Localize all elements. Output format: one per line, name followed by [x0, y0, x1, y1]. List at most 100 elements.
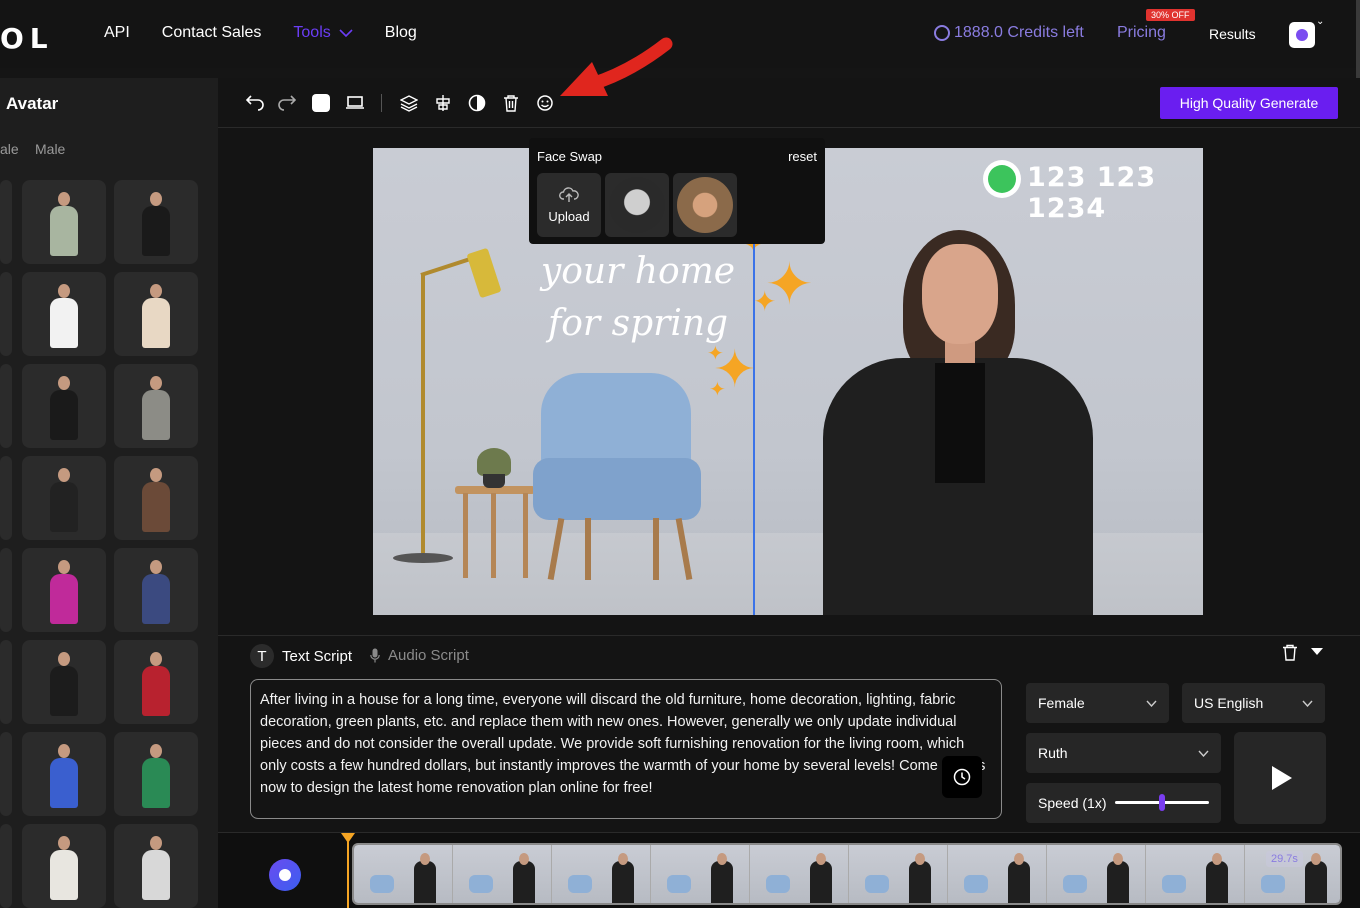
- avatar-card[interactable]: [22, 732, 106, 816]
- avatar-figure: [142, 758, 170, 808]
- timeline: 29.7s: [218, 832, 1360, 908]
- avatar-card[interactable]: [114, 272, 198, 356]
- thumbnail-person: [1305, 861, 1327, 903]
- red-arrow-annotation: [560, 37, 673, 96]
- nav-link-contact-sales[interactable]: Contact Sales: [162, 24, 262, 42]
- align-icon[interactable]: [432, 92, 454, 114]
- avatar-card[interactable]: [114, 824, 198, 908]
- tab-audio-script[interactable]: Audio Script: [370, 647, 469, 664]
- thumbnail-person: [1107, 861, 1129, 903]
- avatar-card[interactable]: [22, 272, 106, 356]
- avatar-card[interactable]: [114, 364, 198, 448]
- thumbnail-chair: [568, 875, 592, 893]
- playhead-marker[interactable]: [341, 833, 355, 908]
- language-select-value: US English: [1194, 695, 1264, 711]
- timeline-play-button[interactable]: [269, 859, 301, 891]
- collapse-script-icon[interactable]: [1310, 644, 1324, 660]
- avatar-card[interactable]: [22, 640, 106, 724]
- sparkle-icon: ✦: [707, 343, 724, 365]
- avatar-card[interactable]: [114, 456, 198, 540]
- speed-slider-thumb[interactable]: [1159, 794, 1165, 811]
- language-select[interactable]: US English: [1182, 683, 1325, 723]
- avatar-figure: [50, 850, 78, 900]
- avatar-card-partial[interactable]: [0, 824, 12, 908]
- upload-cloud-icon: [559, 186, 579, 202]
- avatar-card-partial[interactable]: [0, 732, 12, 816]
- nav-link-tools[interactable]: Tools: [293, 24, 353, 42]
- chair-leg: [585, 518, 591, 580]
- avatar-figure: [142, 850, 170, 900]
- speed-control: Speed (1x): [1026, 783, 1221, 823]
- avatar-figure: [50, 666, 78, 716]
- script-panel: T Text Script Audio Script After living …: [218, 635, 1360, 832]
- timeline-frame-thumbnail: [948, 845, 1047, 903]
- layers-icon[interactable]: [398, 92, 420, 114]
- script-textarea[interactable]: After living in a house for a long time,…: [250, 679, 1002, 819]
- avatar-card[interactable]: [114, 180, 198, 264]
- gender-select[interactable]: Female: [1026, 683, 1169, 723]
- avatar-card-partial[interactable]: [0, 180, 12, 264]
- background-color-icon[interactable]: [310, 92, 332, 114]
- avatar-card[interactable]: [22, 824, 106, 908]
- undo-icon[interactable]: [244, 92, 266, 114]
- user-avatar-icon[interactable]: [1289, 22, 1315, 48]
- face-option-1[interactable]: [605, 173, 669, 237]
- aspect-ratio-icon[interactable]: [344, 92, 366, 114]
- redo-icon[interactable]: [276, 92, 298, 114]
- chevron-down-icon: [1302, 700, 1313, 707]
- tab-audio-script-label: Audio Script: [388, 647, 469, 664]
- voice-select[interactable]: Ruth: [1026, 733, 1221, 773]
- avatar-card[interactable]: [22, 456, 106, 540]
- avatar-card-partial[interactable]: [0, 272, 12, 356]
- plant-graphic: [477, 448, 511, 476]
- delete-icon[interactable]: [500, 92, 522, 114]
- avatar-card[interactable]: [22, 180, 106, 264]
- clock-icon: [953, 768, 971, 786]
- high-quality-generate-button[interactable]: High Quality Generate: [1160, 87, 1338, 119]
- avatar-card-partial[interactable]: [0, 548, 12, 632]
- thumbnail-chair: [1162, 875, 1186, 893]
- avatar-head: [58, 836, 70, 850]
- face-thumbnail-color: [677, 177, 733, 233]
- user-menu-chevron-icon[interactable]: ⌄: [1316, 16, 1324, 27]
- delete-script-icon[interactable]: [1282, 644, 1298, 666]
- nav-link-blog[interactable]: Blog: [385, 24, 417, 42]
- avatar-card[interactable]: [22, 364, 106, 448]
- avatar-presenter-face: [922, 244, 998, 344]
- timeline-clip[interactable]: [352, 843, 1342, 905]
- phone-number-text[interactable]: 123 123 1234: [1027, 162, 1203, 224]
- avatar-card[interactable]: [22, 548, 106, 632]
- avatar-card-partial[interactable]: [0, 456, 12, 540]
- speed-slider[interactable]: [1115, 794, 1209, 811]
- timeline-frame-thumbnail: [1047, 845, 1146, 903]
- thumbnail-chair: [469, 875, 493, 893]
- thumbnail-head: [420, 853, 430, 865]
- thumbnail-chair: [865, 875, 889, 893]
- preview-voice-button[interactable]: [1234, 732, 1326, 824]
- canvas-headline[interactable]: your home for spring: [523, 246, 753, 350]
- face-upload-button[interactable]: Upload: [537, 173, 601, 237]
- tab-text-script[interactable]: T Text Script: [250, 644, 352, 668]
- avatar-head: [58, 192, 70, 206]
- face-option-2[interactable]: [673, 173, 737, 237]
- tab-female[interactable]: ale: [0, 141, 19, 157]
- nav-link-results[interactable]: Results: [1209, 26, 1256, 42]
- avatar-card-partial[interactable]: [0, 640, 12, 724]
- nav-link-pricing[interactable]: Pricing: [1117, 24, 1166, 42]
- avatar-card[interactable]: [114, 640, 198, 724]
- avatar-card[interactable]: [114, 732, 198, 816]
- avatar-card[interactable]: [114, 548, 198, 632]
- table-leg: [491, 493, 496, 578]
- discount-badge: 30% OFF: [1146, 9, 1195, 21]
- chevron-down-icon: [1198, 750, 1209, 757]
- contrast-icon[interactable]: [466, 92, 488, 114]
- insert-pause-button[interactable]: [942, 756, 982, 798]
- avatar-card-partial[interactable]: [0, 364, 12, 448]
- credits-display[interactable]: 1888.0 Credits left: [934, 24, 1084, 42]
- nav-link-api[interactable]: API: [104, 24, 130, 42]
- thumbnail-person: [1206, 861, 1228, 903]
- armchair-seat-graphic: [533, 458, 701, 520]
- logo[interactable]: OL: [0, 22, 54, 55]
- face-swap-reset-button[interactable]: reset: [788, 149, 817, 164]
- tab-male[interactable]: Male: [35, 141, 65, 157]
